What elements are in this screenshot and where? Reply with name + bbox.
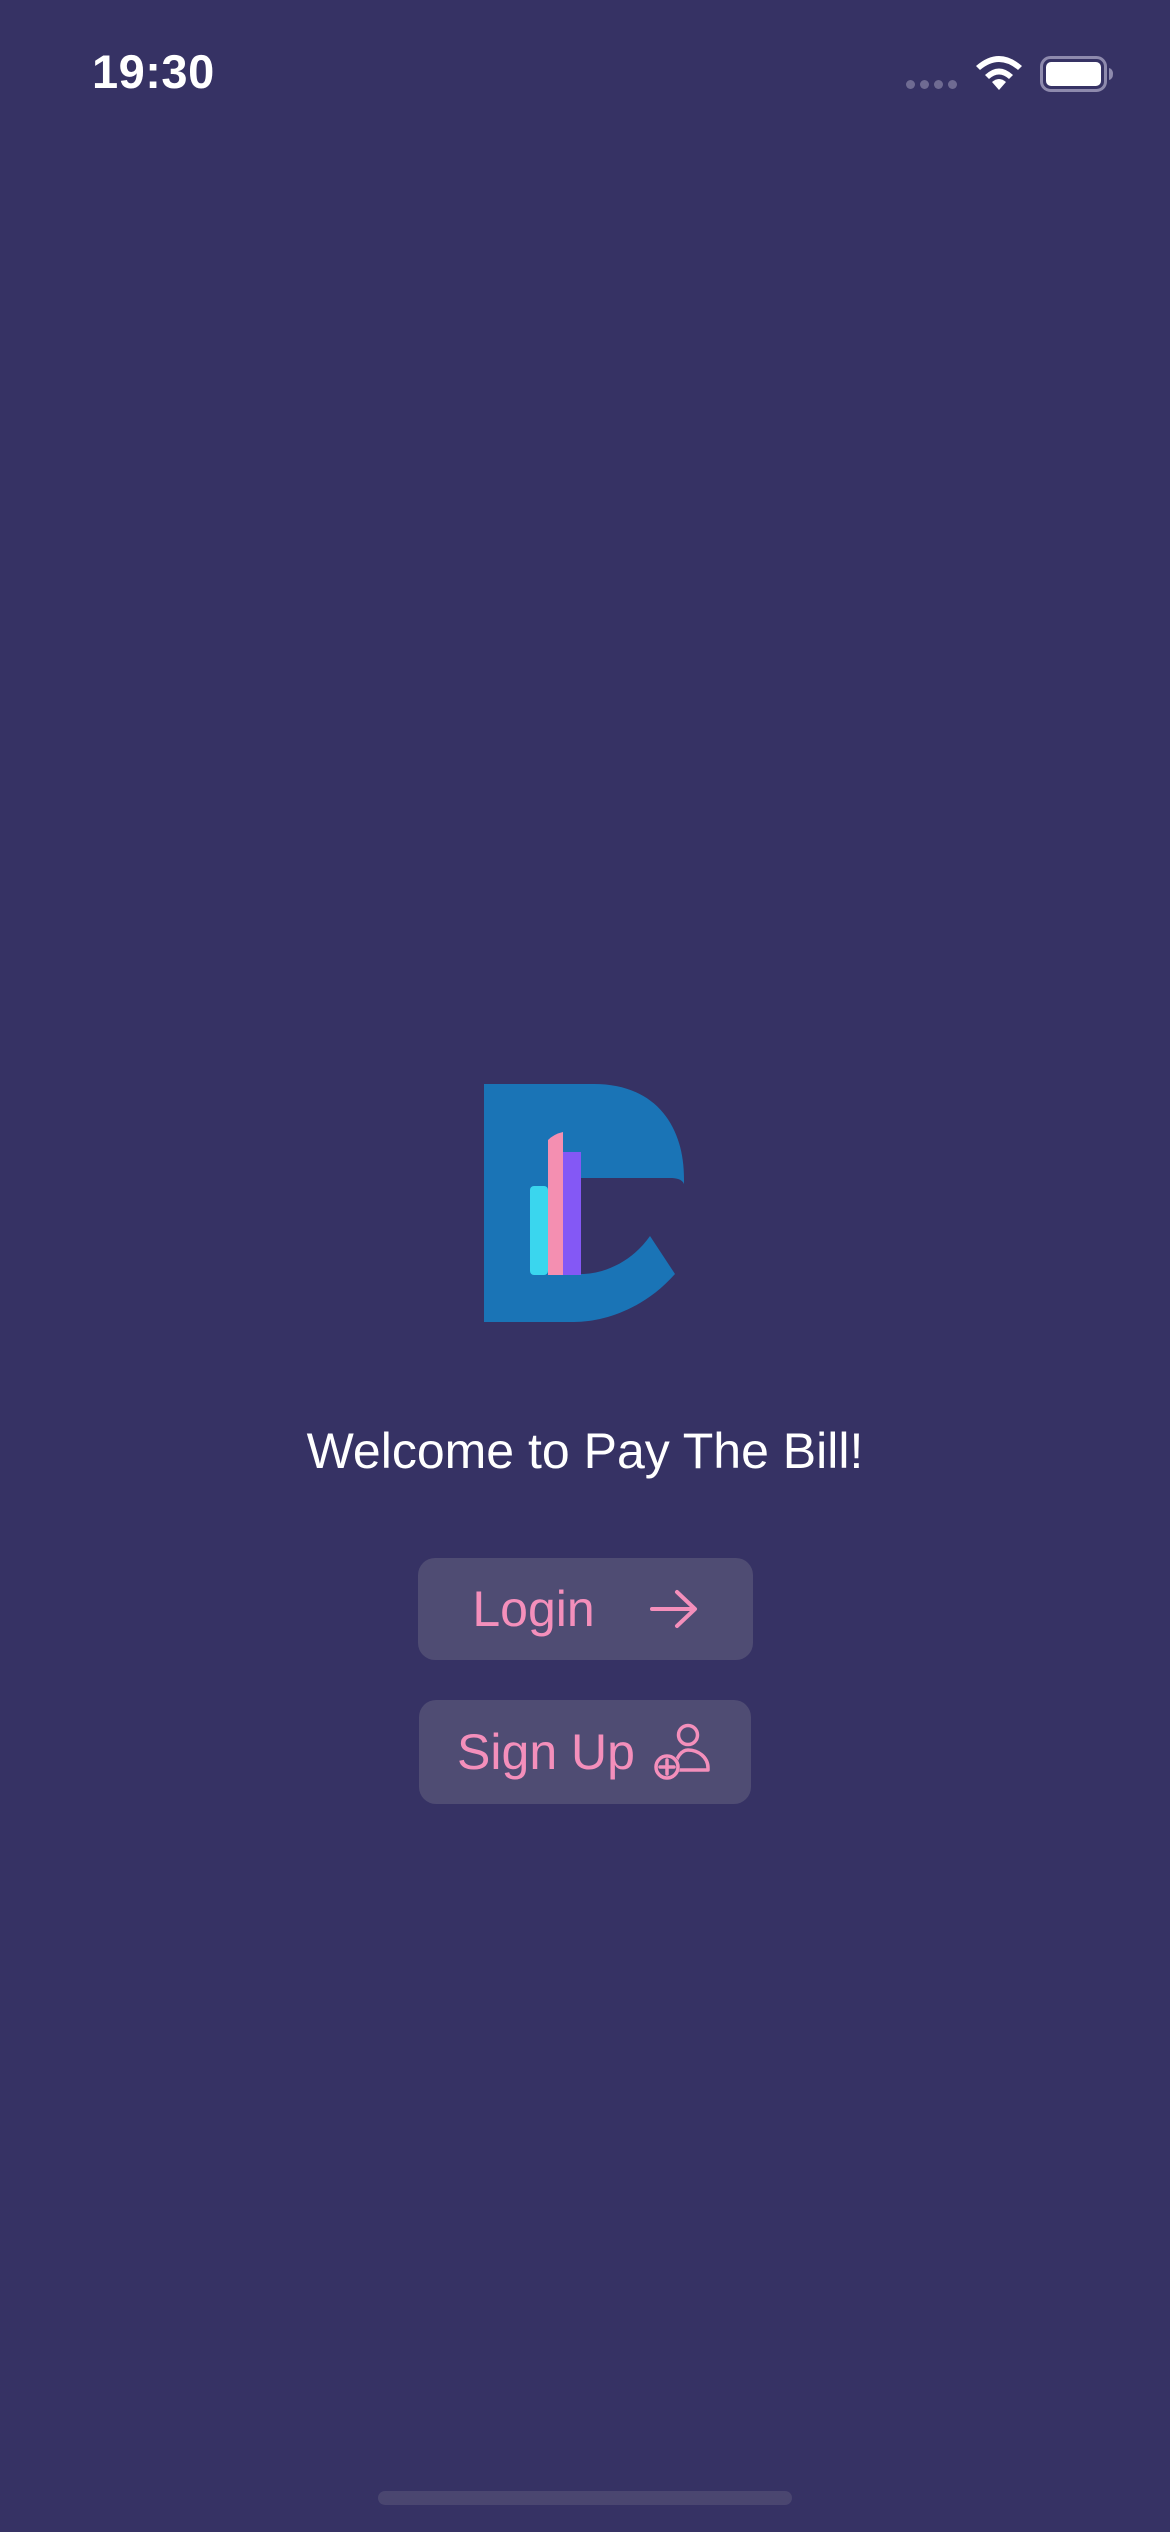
- cellular-signal-icon: [906, 80, 957, 89]
- status-bar: 19:30: [0, 0, 1170, 150]
- logo-bar-pink: [548, 1132, 563, 1275]
- home-indicator[interactable]: [378, 2491, 792, 2505]
- sign-up-label: Sign Up: [457, 1724, 635, 1780]
- sign-up-button[interactable]: Sign Up: [419, 1700, 751, 1804]
- logo-bar-cyan: [530, 1186, 548, 1275]
- add-user-icon: [653, 1723, 710, 1780]
- arrow-right-icon: [649, 1590, 697, 1628]
- battery-icon: [1040, 56, 1113, 92]
- logo-letter-mark: [484, 1084, 684, 1322]
- welcome-message: Welcome to Pay The Bill!: [306, 1423, 864, 1479]
- login-button[interactable]: Login: [418, 1558, 753, 1660]
- wifi-icon: [976, 56, 1022, 90]
- status-time: 19:30: [92, 45, 215, 98]
- app-logo: [484, 1084, 684, 1322]
- login-label: Login: [472, 1581, 595, 1637]
- logo-bar-purple: [563, 1152, 581, 1275]
